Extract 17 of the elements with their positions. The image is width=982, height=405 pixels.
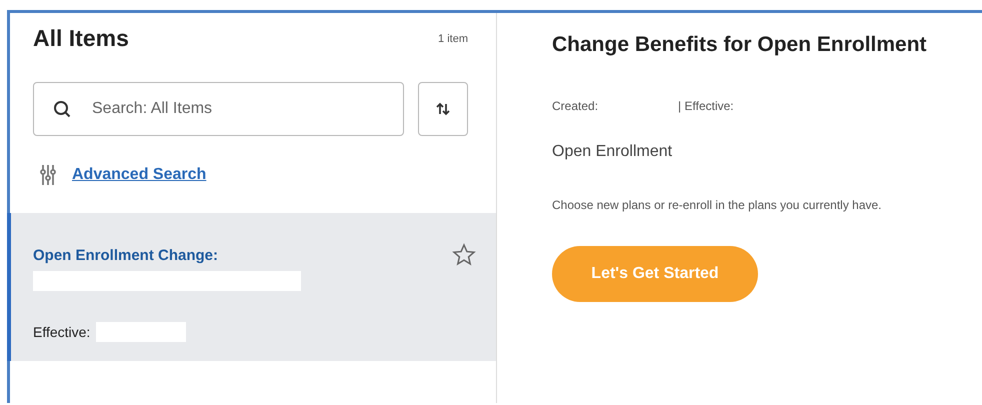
item-count: 1 item: [438, 32, 468, 44]
sliders-icon: [40, 164, 56, 186]
pane-title: All Items: [33, 25, 129, 52]
effective-label: | Effective:: [678, 99, 734, 113]
subtitle: Open Enrollment: [552, 143, 674, 161]
item-title: Open Enrollment Change:: [33, 246, 218, 264]
page-title: Change Benefits for Open Enrollment: [552, 33, 928, 57]
description: Choose new plans or re-enroll in the plans you currently have.: [552, 198, 883, 212]
advanced-search-link[interactable]: Advanced Search: [72, 166, 206, 184]
created-label: Created:: [552, 99, 598, 113]
search-icon: [53, 100, 71, 118]
sort-button[interactable]: [418, 82, 468, 136]
search-field[interactable]: Search: All Items: [33, 82, 404, 136]
star-icon[interactable]: [452, 243, 476, 267]
effective-label: Effective:: [33, 324, 90, 340]
sort-icon: [435, 101, 451, 117]
list-item[interactable]: Open Enrollment Change: Effective:: [7, 213, 496, 361]
